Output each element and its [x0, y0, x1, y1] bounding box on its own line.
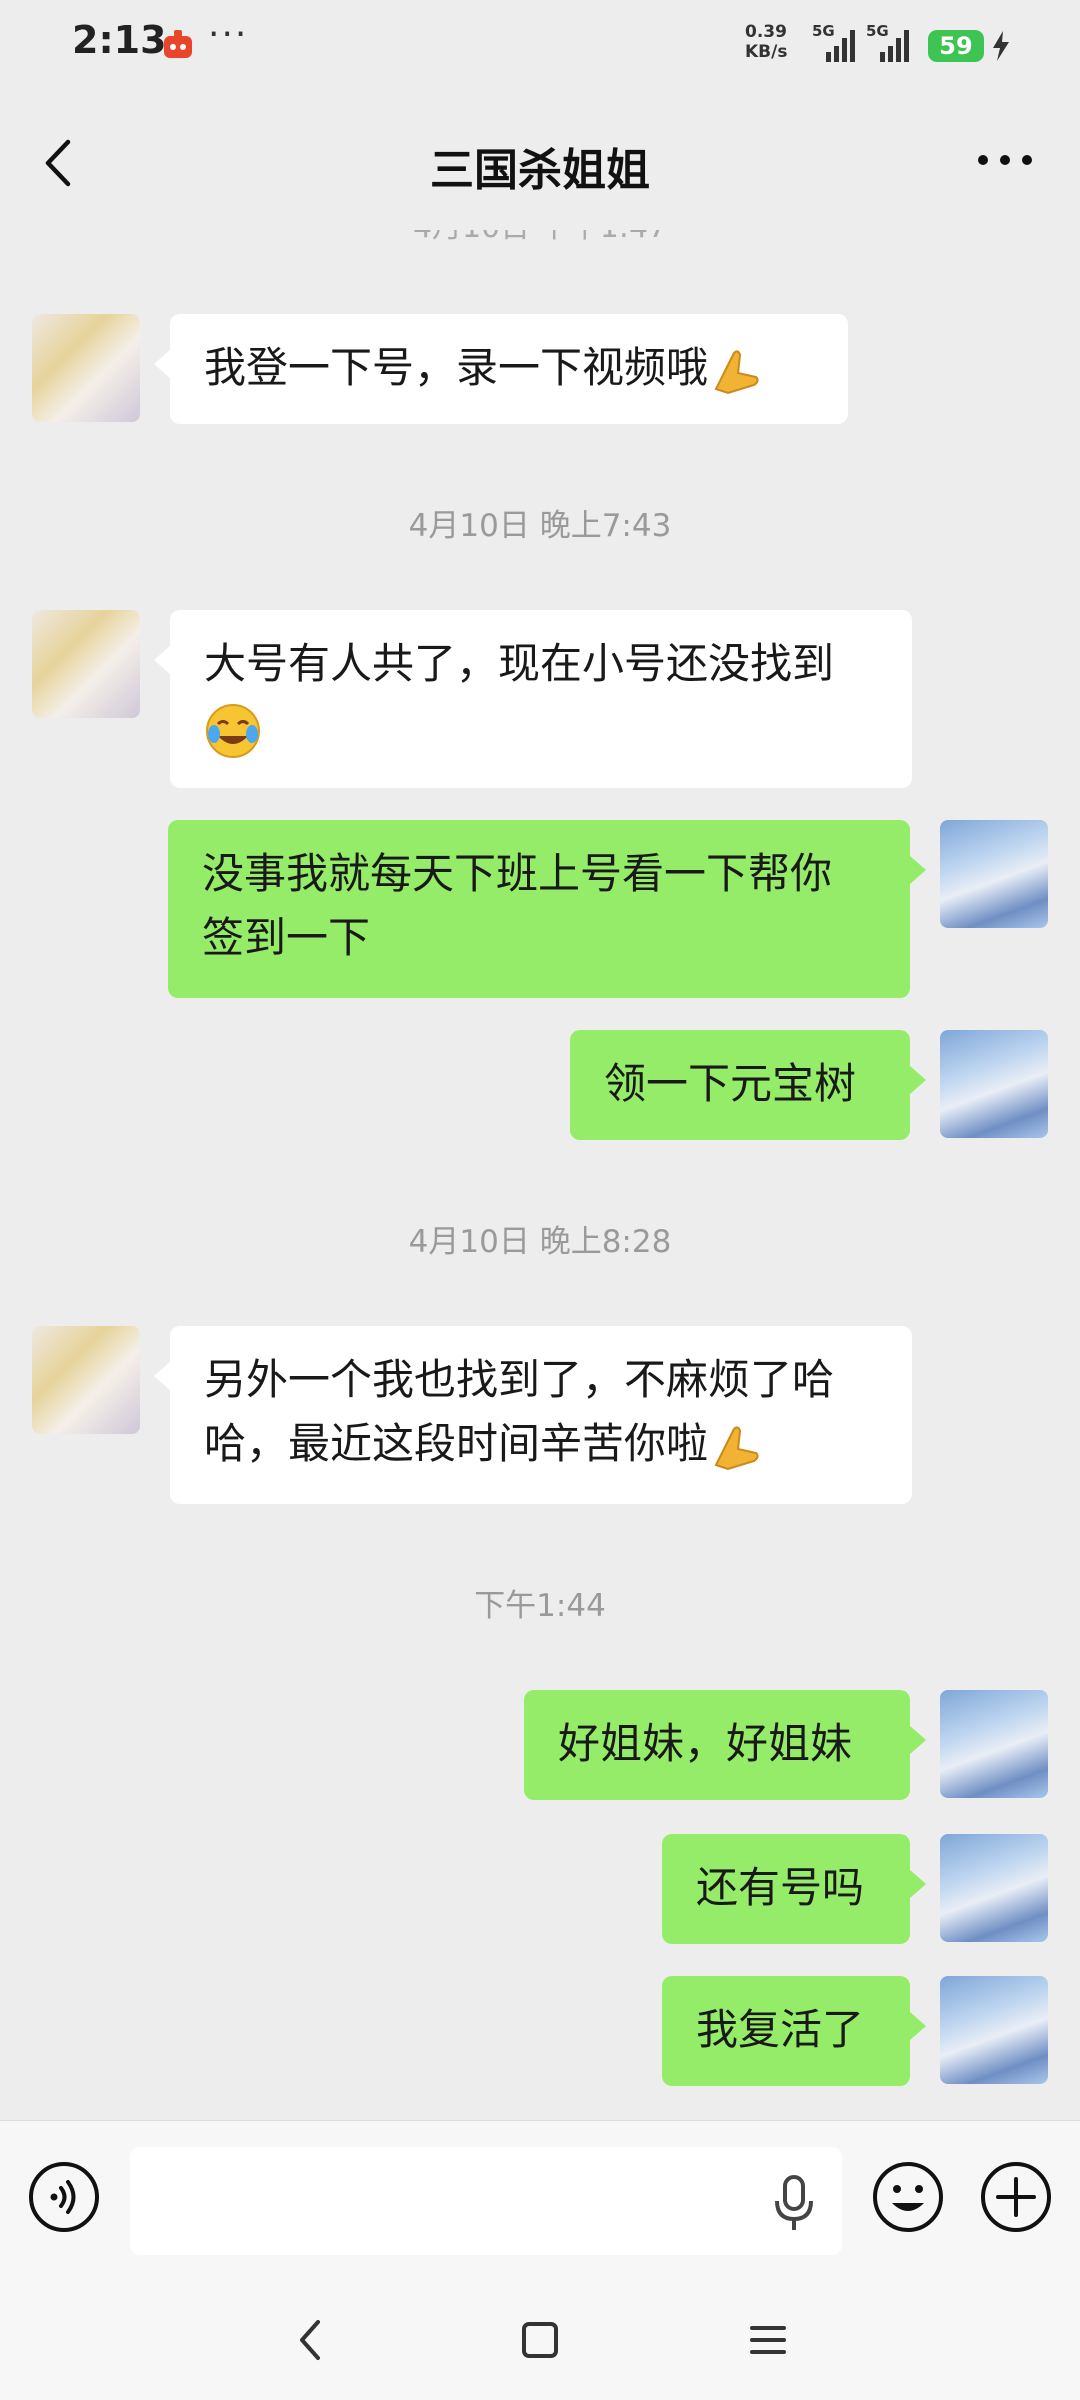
my-avatar[interactable]: [940, 1030, 1048, 1138]
message-bubble-outgoing[interactable]: 没事我就每天下班上号看一下帮你 签到一下: [168, 820, 926, 998]
status-time: 2:13: [72, 18, 167, 62]
message-bubble-outgoing[interactable]: 好姐妹，好姐妹: [524, 1690, 926, 1800]
message-text: 还有号吗: [696, 1863, 865, 1912]
nav-back-icon[interactable]: [292, 2316, 328, 2364]
message-bubble-incoming[interactable]: 我登一下号，录一下视频哦: [154, 314, 848, 424]
laugh-cry-emoji-icon: [206, 703, 260, 758]
my-avatar[interactable]: [940, 820, 1048, 928]
input-bar: [0, 2120, 1080, 2281]
chat-header: 三国杀姐姐: [0, 90, 1080, 230]
nav-home-icon[interactable]: [520, 2320, 560, 2360]
message-input[interactable]: [130, 2147, 842, 2255]
message-bubble-incoming[interactable]: 大号有人共了，现在小号还没找到: [154, 610, 912, 788]
contact-avatar[interactable]: [32, 1326, 140, 1434]
svg-text:5G: 5G: [866, 22, 889, 40]
message-bubble-outgoing[interactable]: 我复活了: [662, 1976, 926, 2086]
folded-hands-emoji-icon: [714, 1425, 759, 1470]
message-text: 哈，最近这段时间辛苦你啦: [204, 1419, 709, 1468]
timestamp: 4月10日 下午1:47: [0, 230, 1080, 246]
voice-toggle-icon[interactable]: [28, 2161, 100, 2233]
net-speed-value: 0.39: [745, 22, 787, 42]
battery-indicator: 59: [928, 30, 984, 62]
message-bubble-incoming[interactable]: 另外一个我也找到了，不麻烦了哈 哈，最近这段时间辛苦你啦: [154, 1326, 912, 1504]
charging-icon: [993, 31, 1009, 61]
contact-avatar[interactable]: [32, 314, 140, 422]
nav-menu-icon[interactable]: [748, 2320, 788, 2360]
message-text: 大号有人共了，现在小号还没找到: [204, 639, 835, 688]
emoji-icon[interactable]: [872, 2161, 944, 2233]
my-avatar[interactable]: [940, 1976, 1048, 2084]
status-more-icon: ···: [208, 14, 249, 55]
message-bubble-outgoing[interactable]: 还有号吗: [662, 1834, 926, 1944]
folded-hands-emoji-icon: [714, 349, 759, 394]
contact-avatar[interactable]: [32, 610, 140, 718]
timestamp: 下午1:44: [474, 1588, 606, 1624]
timestamp: 4月10日 晚上7:43: [408, 508, 672, 544]
timestamp: 4月10日 晚上8:28: [408, 1224, 672, 1260]
my-avatar[interactable]: [940, 1690, 1048, 1798]
app-notification-icon: [164, 30, 192, 58]
message-text: 领一下元宝树: [604, 1059, 857, 1108]
message-list[interactable]: 4月10日 下午1:47 我登一下号，录一下视频哦 4月10日 晚上7:43 大…: [0, 230, 1080, 2120]
signal-5g-icon-2: 5G: [866, 22, 909, 62]
system-nav-bar: [0, 2280, 1080, 2400]
message-text: 我复活了: [696, 2005, 865, 2054]
my-avatar[interactable]: [940, 1834, 1048, 1942]
net-speed: 0.39 KB/s: [745, 22, 787, 62]
net-speed-unit: KB/s: [745, 42, 788, 62]
more-options-icon[interactable]: [975, 150, 1035, 170]
microphone-icon[interactable]: [770, 2173, 818, 2233]
svg-text:5G: 5G: [812, 22, 835, 40]
message-text: 没事我就每天下班上号看一下帮你: [202, 849, 833, 898]
signal-5g-icon: 5G: [812, 22, 855, 62]
plus-icon[interactable]: [980, 2161, 1052, 2233]
message-text: 另外一个我也找到了，不麻烦了哈: [204, 1355, 835, 1404]
message-text: 好姐妹，好姐妹: [558, 1719, 853, 1768]
message-text: 我登一下号，录一下视频哦: [204, 343, 709, 392]
status-bar: 2:13 ··· 0.39 KB/s 5G 5G 59: [0, 0, 1080, 90]
chat-title: 三国杀姐姐: [430, 145, 650, 196]
message-bubble-outgoing[interactable]: 领一下元宝树: [570, 1030, 926, 1140]
message-text: 签到一下: [202, 913, 371, 962]
